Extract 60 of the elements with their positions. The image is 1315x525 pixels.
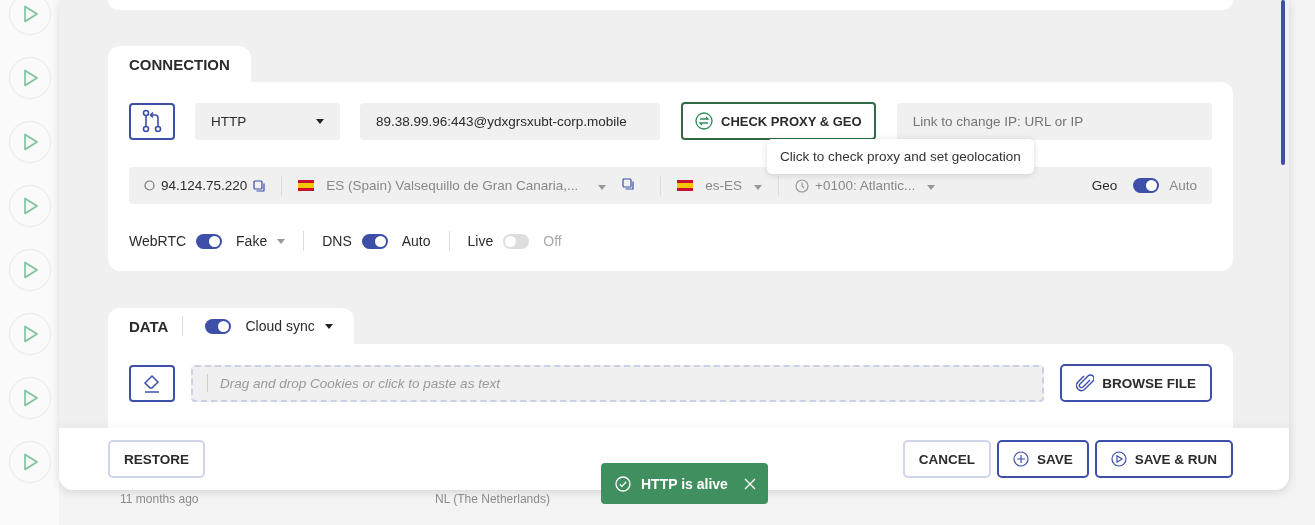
caret-icon bbox=[927, 185, 936, 190]
toggle-switch[interactable] bbox=[361, 233, 388, 249]
section-title: CONNECTION bbox=[129, 55, 230, 73]
copy-icon[interactable] bbox=[622, 178, 635, 190]
play-icon bbox=[23, 69, 39, 87]
caret-icon bbox=[754, 185, 762, 190]
play-icon bbox=[23, 197, 39, 215]
branch-swap-icon bbox=[141, 109, 163, 133]
check-proxy-button[interactable]: CHECK PROXY & GEO bbox=[681, 102, 876, 140]
check-circle-icon bbox=[615, 475, 631, 492]
play-icon bbox=[23, 389, 39, 407]
toggle-value: Auto bbox=[401, 233, 431, 249]
play-icon bbox=[23, 261, 39, 279]
plus-circle-icon bbox=[1012, 451, 1029, 467]
play-circle-icon bbox=[1110, 451, 1127, 467]
proxy-field[interactable]: 89.38.99.96:443@ydxgrsxubt-corp.mobile bbox=[360, 102, 660, 140]
swap-arrows-icon bbox=[695, 112, 713, 130]
play-icon bbox=[23, 5, 39, 23]
toggle-value: Auto bbox=[1169, 178, 1197, 193]
caret-icon bbox=[324, 323, 333, 329]
eraser-icon bbox=[142, 372, 162, 394]
paperclip-icon bbox=[1076, 373, 1095, 393]
save-and-run-button[interactable]: SAVE & RUN bbox=[1094, 440, 1233, 478]
copy-icon[interactable] bbox=[253, 179, 266, 192]
toggle-label: WebRTC bbox=[129, 233, 187, 249]
play-icon bbox=[23, 325, 39, 343]
scrollbar[interactable] bbox=[1281, 0, 1285, 165]
status-circle-icon bbox=[144, 180, 155, 191]
toggle-switch[interactable] bbox=[205, 318, 232, 334]
save-button[interactable]: SAVE bbox=[996, 440, 1089, 478]
toast-message: HTTP is alive bbox=[641, 475, 728, 492]
change-ip-field[interactable]: Link to change IP: URL or IP bbox=[896, 102, 1212, 140]
background-text: NL (The Netherlands) bbox=[435, 492, 550, 506]
cancel-button[interactable]: CANCEL bbox=[902, 440, 991, 478]
toggle-label: Live bbox=[467, 233, 494, 249]
cloud-sync-select[interactable]: Cloud sync bbox=[245, 318, 333, 334]
clock-icon bbox=[795, 178, 809, 193]
section-title: DATA bbox=[129, 317, 169, 335]
restore-button[interactable]: RESTORE bbox=[108, 440, 205, 478]
tooltip: Click to check proxy and set geolocation bbox=[767, 139, 1034, 174]
toggle-value[interactable]: Fake bbox=[236, 233, 268, 249]
toggle-label: Geo bbox=[1091, 178, 1118, 193]
caret-icon bbox=[316, 118, 324, 124]
ip-address: 94.124.75.220 bbox=[161, 178, 248, 193]
background-text: 11 months ago bbox=[120, 492, 199, 506]
flag-icon bbox=[298, 180, 315, 191]
toggle-label: DNS bbox=[322, 233, 352, 249]
browse-file-button[interactable]: BROWSE FILE bbox=[1060, 364, 1212, 402]
caret-icon bbox=[598, 185, 607, 190]
clear-button[interactable] bbox=[129, 364, 175, 402]
toggle-switch[interactable] bbox=[196, 233, 223, 249]
close-icon[interactable] bbox=[743, 477, 756, 490]
toggle-value: Off bbox=[543, 233, 562, 249]
toggle-switch[interactable] bbox=[503, 233, 530, 249]
flag-icon bbox=[677, 180, 694, 191]
toggle-switch[interactable] bbox=[1133, 178, 1160, 193]
swap-button[interactable] bbox=[129, 102, 175, 140]
play-icon bbox=[23, 133, 39, 151]
play-icon bbox=[23, 453, 39, 471]
proxy-type-select[interactable]: HTTP bbox=[195, 102, 340, 140]
